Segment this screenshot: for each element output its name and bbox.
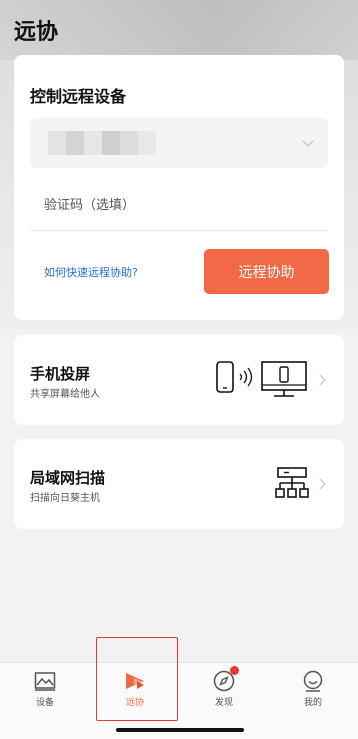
- screen-mirror-subtitle: 共享屏幕给他人: [30, 389, 100, 400]
- smiley-face-icon: [303, 670, 323, 692]
- landscape-image-icon: [34, 672, 56, 691]
- notification-badge: [230, 666, 239, 675]
- tab-devices-label: 设备: [35, 698, 54, 708]
- help-link[interactable]: 如何快速远程协助?: [44, 264, 138, 280]
- verification-code-input[interactable]: [30, 181, 328, 231]
- tab-devices[interactable]: 设备: [5, 663, 85, 721]
- home-indicator: [116, 728, 244, 732]
- tab-discover[interactable]: 发现: [184, 663, 264, 721]
- remote-assist-button[interactable]: 远程协助: [204, 249, 329, 294]
- phone-to-monitor-icon: [216, 361, 307, 397]
- chevron-right-icon: [314, 374, 326, 386]
- page-title: 远协: [14, 20, 59, 45]
- remote-assist-icon: [126, 673, 144, 689]
- device-select[interactable]: [30, 118, 328, 168]
- lan-scan-card[interactable]: 局域网扫描 扫描向日葵主机: [14, 439, 344, 529]
- lan-scan-subtitle: 扫描向日葵主机: [30, 493, 100, 504]
- tab-remote-assist-label: 远协: [125, 698, 144, 708]
- tab-discover-label: 发现: [214, 698, 233, 708]
- remote-control-title: 控制远程设备: [30, 87, 127, 106]
- tab-me[interactable]: 我的: [273, 663, 353, 721]
- chevron-right-icon: [314, 478, 326, 490]
- lan-scan-title: 局域网扫描: [30, 469, 106, 487]
- tab-me-label: 我的: [303, 698, 322, 708]
- tab-remote-assist[interactable]: 远协: [95, 663, 175, 721]
- remote-control-card: 控制远程设备 如何快速远程协助? 远程协助: [14, 55, 344, 320]
- screen-mirror-title: 手机投屏: [30, 365, 91, 383]
- chevron-down-icon: [302, 135, 314, 147]
- network-topology-icon: [275, 467, 309, 498]
- screen-mirror-card[interactable]: 手机投屏 共享屏幕给他人: [14, 335, 344, 425]
